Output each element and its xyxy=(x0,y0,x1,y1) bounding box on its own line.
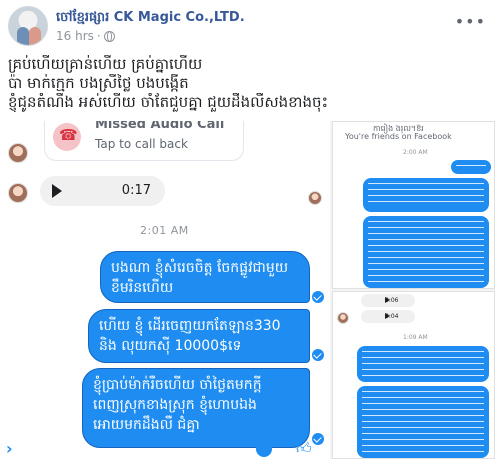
friends-note: You're friends on Facebook xyxy=(345,132,452,141)
sent-check-icon xyxy=(312,349,324,361)
mini-bubble xyxy=(363,178,489,212)
chat-screenshot-top-right: ការៀង ងរុល។ខ៊រ You're friends on Faceboo… xyxy=(332,121,495,289)
page-name-link[interactable]: ចៅខ្មែរផ្សារ CK Magic Co.,LTD. xyxy=(56,9,245,28)
mini-bubble xyxy=(357,346,489,382)
play-icon xyxy=(52,184,62,198)
post-photo[interactable]: Missed Audio Call Tap to call back 0:17 … xyxy=(0,121,495,459)
panel-time: 2:00 AM xyxy=(403,149,428,156)
more-options-icon[interactable]: ••• xyxy=(455,12,486,31)
sent-check-icon xyxy=(312,291,324,303)
panel-time: 1:09 AM xyxy=(403,334,428,341)
post-caption: គ្រប់ហើយគ្រាន់ហើយ គ្រប់គ្នាហើយ ប៉ា មាក់ក… xyxy=(8,55,488,112)
message-bubble: បងណា ខ្ញុំសំរេចចិត្ត ចែកផ្លូវជាមួយ ខឹមរិ… xyxy=(100,251,310,303)
missed-call-subtitle: Tap to call back xyxy=(95,137,188,151)
mini-audio-message: 0:04 xyxy=(361,310,415,323)
chevron-right-icon: › xyxy=(6,439,13,458)
caption-line: គ្រប់ហើយគ្រាន់ហើយ គ្រប់គ្នាហើយ xyxy=(8,55,203,73)
post-meta: 16 hrs · xyxy=(56,29,115,43)
thumbs-up-icon: 👍︎ xyxy=(296,439,312,457)
contact-avatar xyxy=(337,312,349,324)
globe-icon xyxy=(103,30,115,42)
audio-message: 0:17 xyxy=(40,176,165,206)
message-bubble: ហើយ ខ្ញុំ ដើរចេញយកតែឡាន330 និង លុយកស៊ី 1… xyxy=(88,309,310,363)
message-bubble: ខ្ញុំប្រាប់ម៉ាក់រឺចហើយ ចាំថ្ងៃតមកក្ដី ពេ… xyxy=(82,368,310,448)
chat-timestamp: 2:01 AM xyxy=(140,224,189,237)
audio-duration: 0:17 xyxy=(121,183,151,198)
post-time[interactable]: 16 hrs xyxy=(56,29,94,43)
missed-call-card: Missed Audio Call Tap to call back xyxy=(44,121,244,161)
chat-screenshot-main: Missed Audio Call Tap to call back 0:17 … xyxy=(0,121,330,459)
chat-screenshot-bottom-right: 0:06 0:04 1:09 AM xyxy=(332,291,495,459)
contact-avatar xyxy=(8,183,28,203)
composer-bar: › 👍︎ xyxy=(0,439,330,459)
missed-call-icon xyxy=(53,123,81,151)
caption-line: ប៉ា មាក់ក្មេក បងស្រីថ្លៃ បងបង្កើត xyxy=(8,74,189,92)
mini-bubble xyxy=(451,160,491,174)
caption-line: ខ្ញុំជូនតំណឹង អស់ហើយ ចាំតែជួបគ្នា ជួយដឹង… xyxy=(8,93,329,111)
contact-avatar xyxy=(8,143,28,163)
mini-bubble xyxy=(357,386,489,458)
mini-audio-message: 0:06 xyxy=(361,294,415,307)
page-avatar[interactable] xyxy=(8,6,48,46)
read-receipt-avatar xyxy=(308,191,322,205)
missed-call-title: Missed Audio Call xyxy=(95,121,225,132)
mini-bubble xyxy=(363,216,489,288)
post-header: ចៅខ្មែរផ្សារ CK Magic Co.,LTD. 16 hrs · … xyxy=(8,6,488,52)
emoji-icon xyxy=(256,441,272,457)
